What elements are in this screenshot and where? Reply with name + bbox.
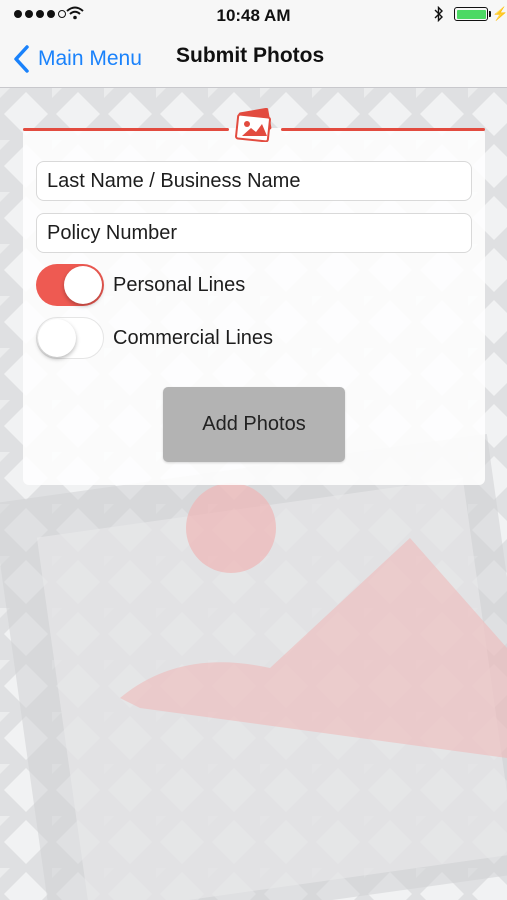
status-bar: 10:48 AM ⚡ — [0, 0, 507, 30]
header-rule-right — [281, 128, 485, 131]
personal-lines-label: Personal Lines — [113, 273, 246, 296]
submit-photos-form: Personal Lines Commercial Lines Add Phot… — [23, 108, 485, 485]
add-photos-button[interactable]: Add Photos — [163, 387, 345, 462]
photos-icon — [235, 108, 272, 142]
personal-lines-row: Personal Lines — [36, 264, 245, 306]
last-name-input[interactable] — [36, 161, 472, 201]
chevron-left-icon — [14, 45, 29, 73]
commercial-lines-label: Commercial Lines — [113, 326, 274, 349]
bluetooth-icon — [434, 6, 443, 22]
charging-bolt-icon: ⚡ — [492, 6, 507, 21]
commercial-lines-row: Commercial Lines — [36, 317, 273, 359]
personal-lines-toggle[interactable] — [36, 264, 104, 306]
commercial-lines-toggle[interactable] — [36, 317, 104, 359]
policy-number-input[interactable] — [36, 213, 472, 253]
status-time: 10:48 AM — [216, 6, 291, 25]
navigation-bar: Main Menu Submit Photos — [0, 30, 507, 88]
battery-icon — [454, 7, 488, 21]
page-title: Submit Photos — [176, 44, 325, 67]
back-button-label: Main Menu — [38, 47, 142, 70]
header-rule-left — [23, 128, 229, 131]
back-button[interactable]: Main Menu — [10, 42, 142, 76]
